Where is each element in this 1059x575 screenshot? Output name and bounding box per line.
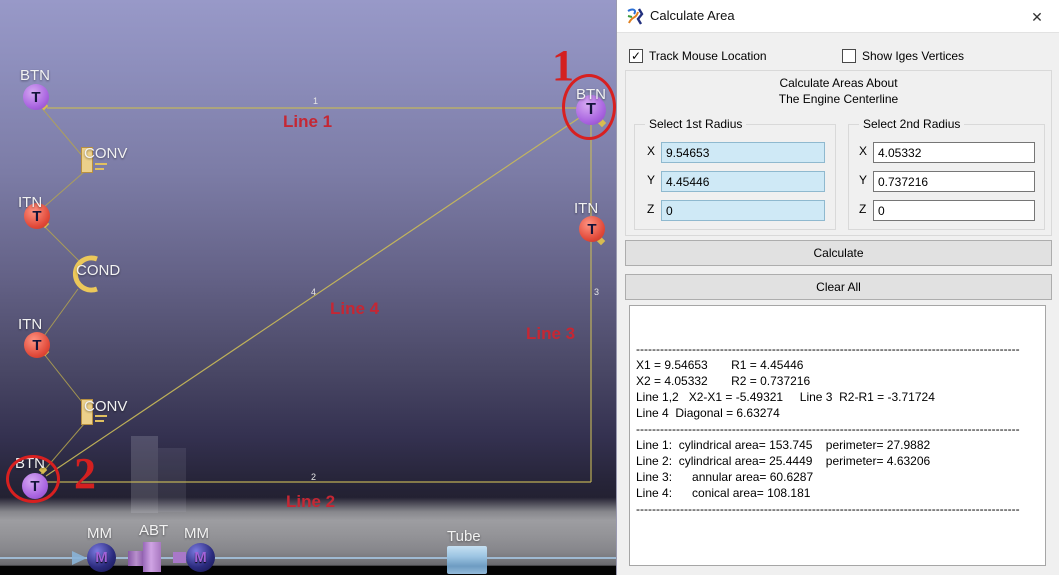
cad-viewport[interactable]: M M T T T T T T BTN CONV ITN COND ITN CO… xyxy=(0,0,616,575)
z2-field[interactable] xyxy=(873,200,1035,221)
label-cond: COND xyxy=(76,262,120,279)
clear-all-button[interactable]: Clear All xyxy=(625,274,1052,300)
itn-glyph: T xyxy=(32,337,41,354)
label-itn: ITN xyxy=(18,194,42,211)
z2-label: Z xyxy=(859,202,871,216)
annotation-line3: Line 3 xyxy=(526,324,575,344)
second-radius-group: Select 2nd Radius X Y Z xyxy=(848,124,1045,230)
node-btn-top-left[interactable]: T xyxy=(23,84,49,110)
annotation-number-2: 2 xyxy=(74,452,96,496)
z1-field[interactable] xyxy=(661,200,825,221)
second-radius-title: Select 2nd Radius xyxy=(859,117,964,131)
groupbox-title-line2: The Engine Centerline xyxy=(626,92,1051,106)
label-btn: BTN xyxy=(20,67,50,84)
abt-part-icon xyxy=(173,552,186,563)
mm-glyph: M xyxy=(95,549,108,566)
app-logo-icon xyxy=(625,6,646,27)
show-iges-label: Show Iges Vertices xyxy=(862,49,964,63)
label-mm: MM xyxy=(184,525,209,542)
mm-glyph: M xyxy=(194,549,207,566)
annotation-circle-2 xyxy=(6,455,60,503)
node-mm-right[interactable]: M xyxy=(186,543,215,572)
label-itn: ITN xyxy=(574,200,598,217)
y2-field[interactable] xyxy=(873,171,1035,192)
annotation-line2: Line 2 xyxy=(286,492,335,512)
flow-arrow-icon xyxy=(72,551,87,565)
annotation-line4: Line 4 xyxy=(330,299,379,319)
y1-field[interactable] xyxy=(661,171,825,192)
y2-label: Y xyxy=(859,173,871,187)
node-tube[interactable] xyxy=(447,546,487,574)
y1-label: Y xyxy=(647,173,659,187)
tick-line4: 4 xyxy=(311,287,316,297)
x1-label: X xyxy=(647,144,659,158)
abt-part-icon[interactable] xyxy=(143,542,161,572)
close-icon[interactable]: ✕ xyxy=(1027,7,1047,27)
show-iges-checkbox[interactable] xyxy=(842,49,856,63)
tick-line1: 1 xyxy=(313,96,318,106)
label-tube: Tube xyxy=(447,528,481,545)
track-mouse-label: Track Mouse Location xyxy=(649,49,767,63)
x2-label: X xyxy=(859,144,871,158)
application-window: M M T T T T T T BTN CONV ITN COND ITN CO… xyxy=(0,0,1059,575)
itn-glyph: T xyxy=(587,221,596,238)
results-text: ----------------------------------------… xyxy=(630,306,1045,520)
dialog-titlebar[interactable]: Calculate Area ✕ xyxy=(617,0,1059,33)
track-mouse-checkbox[interactable]: ✓ xyxy=(629,49,643,63)
first-radius-title: Select 1st Radius xyxy=(645,117,746,131)
z1-label: Z xyxy=(647,202,659,216)
btn-glyph: T xyxy=(31,89,40,106)
first-radius-group: Select 1st Radius X Y Z xyxy=(634,124,836,230)
tick-line2: 2 xyxy=(311,472,316,482)
results-output[interactable]: ----------------------------------------… xyxy=(629,305,1046,566)
label-abt: ABT xyxy=(139,522,168,539)
x2-field[interactable] xyxy=(873,142,1035,163)
calculate-button[interactable]: Calculate xyxy=(625,240,1052,266)
abt-part-icon xyxy=(128,551,143,566)
tick-line3: 3 xyxy=(594,287,599,297)
calculate-area-dialog: Calculate Area ✕ ✓ Track Mouse Location … xyxy=(616,0,1059,575)
checkmark-icon: ✓ xyxy=(631,49,641,63)
annotation-line1: Line 1 xyxy=(283,112,332,132)
node-mm-left[interactable]: M xyxy=(87,543,116,572)
label-conv: CONV xyxy=(84,145,127,162)
label-mm: MM xyxy=(87,525,112,542)
label-conv: CONV xyxy=(84,398,127,415)
node-itn-lower[interactable]: T xyxy=(24,332,50,358)
node-itn-right[interactable]: T xyxy=(579,216,605,242)
areas-groupbox: Calculate Areas About The Engine Centerl… xyxy=(625,70,1052,236)
label-itn: ITN xyxy=(18,316,42,333)
dialog-title: Calculate Area xyxy=(650,8,735,23)
groupbox-title-line1: Calculate Areas About xyxy=(626,76,1051,90)
x1-field[interactable] xyxy=(661,142,825,163)
annotation-number-1: 1 xyxy=(552,44,574,88)
